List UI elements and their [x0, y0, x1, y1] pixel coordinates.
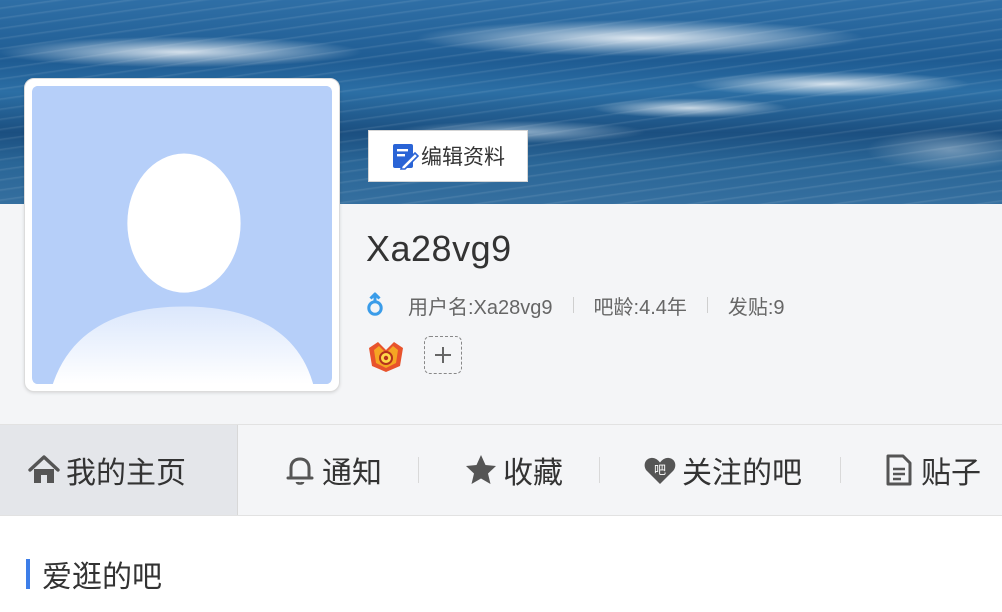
- edit-profile-icon: [391, 142, 419, 170]
- tab-favorites[interactable]: 收藏: [463, 425, 563, 515]
- edit-profile-label: 编辑资料: [421, 146, 505, 169]
- favorite-bars-section-title: 爱逛的吧: [26, 552, 162, 596]
- section-accent-bar: [26, 559, 30, 589]
- profile-name: Xa28vg9: [366, 228, 512, 269]
- star-icon: [463, 452, 499, 488]
- section-title-text: 爱逛的吧: [42, 561, 162, 594]
- tab-label: 收藏: [503, 457, 563, 490]
- plus-icon: [435, 347, 451, 363]
- post-count-text: 发贴:9: [727, 296, 785, 319]
- heart-ba-icon: 吧: [642, 452, 678, 488]
- tab-followed-bars[interactable]: 吧 关注的吧: [642, 425, 802, 515]
- male-gender-icon: [364, 292, 390, 318]
- bell-icon: [282, 452, 318, 488]
- avatar-frame[interactable]: [24, 78, 340, 392]
- divider: [572, 297, 574, 313]
- home-icon: [26, 452, 62, 488]
- default-avatar-silhouette-icon: [33, 86, 331, 384]
- profile-tab-bar: 我的主页 通知 收藏 吧 关注的吧 贴子: [0, 424, 1002, 516]
- tab-label: 我的主页: [66, 457, 186, 490]
- tab-my-home[interactable]: 我的主页: [0, 425, 238, 515]
- badge-row: [366, 336, 462, 374]
- username-text: 用户名:Xa28vg9: [408, 296, 553, 319]
- svg-text:吧: 吧: [654, 463, 666, 477]
- add-badge-button[interactable]: [424, 336, 462, 374]
- tab-notifications[interactable]: 通知: [282, 425, 382, 515]
- document-icon: [881, 452, 917, 488]
- profile-meta-row: 用户名:Xa28vg9 吧龄:4.4年 发贴:9: [364, 288, 785, 322]
- tab-label: 通知: [322, 457, 382, 490]
- edit-profile-button[interactable]: 编辑资料: [368, 130, 528, 182]
- tab-divider: [840, 457, 841, 483]
- tab-divider: [599, 457, 600, 483]
- tab-divider: [418, 457, 419, 483]
- divider: [706, 297, 708, 313]
- bar-age-text: 吧龄:4.4年: [593, 296, 687, 319]
- tab-label: 贴子: [921, 457, 981, 490]
- avatar: [32, 86, 332, 384]
- tab-posts[interactable]: 贴子: [881, 425, 981, 515]
- tab-label: 关注的吧: [682, 457, 802, 490]
- king-glory-badge-icon[interactable]: [366, 336, 406, 374]
